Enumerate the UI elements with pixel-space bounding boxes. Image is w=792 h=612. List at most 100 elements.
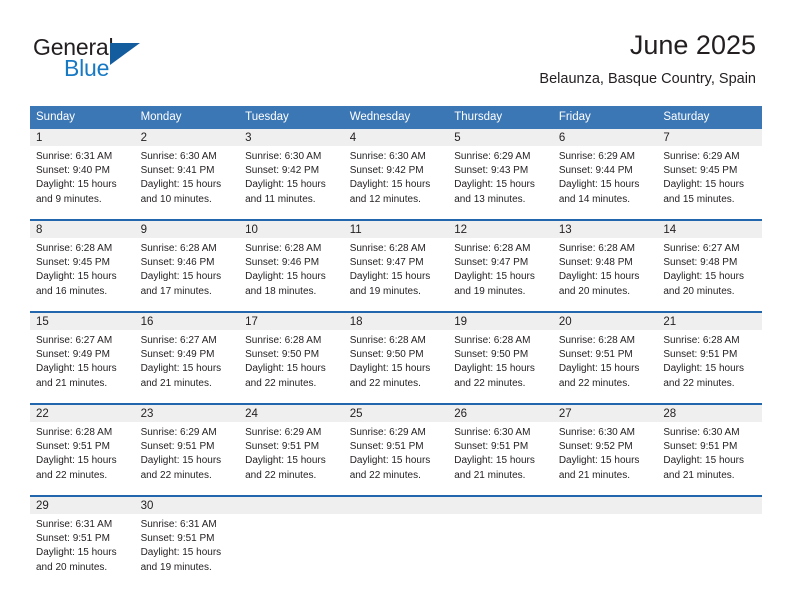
day-details: Sunrise: 6:28 AM Sunset: 9:50 PM Dayligh…: [344, 330, 449, 391]
day-cell[interactable]: 1 Sunrise: 6:31 AM Sunset: 9:40 PM Dayli…: [30, 129, 135, 220]
day-cell[interactable]: 17 Sunrise: 6:28 AM Sunset: 9:50 PM Dayl…: [239, 311, 344, 404]
sunrise-text: Sunrise: 6:29 AM: [140, 427, 217, 438]
day-cell[interactable]: 10 Sunrise: 6:28 AM Sunset: 9:46 PM Dayl…: [239, 219, 344, 312]
day-cell[interactable]: 13 Sunrise: 6:28 AM Sunset: 9:48 PM Dayl…: [552, 219, 658, 312]
day-number: 11: [343, 221, 449, 238]
day-number: 26: [448, 405, 553, 422]
day-details: Sunrise: 6:27 AM Sunset: 9:49 PM Dayligh…: [135, 330, 240, 391]
day-number: 10: [239, 221, 344, 238]
day-cell[interactable]: 27 Sunrise: 6:30 AM Sunset: 9:52 PM Dayl…: [552, 403, 658, 496]
day-cell[interactable]: 9 Sunrise: 6:28 AM Sunset: 9:46 PM Dayli…: [134, 219, 240, 312]
logo-triangle-icon: [110, 43, 140, 65]
title-block: June 2025 Belaunza, Basque Country, Spai…: [539, 28, 756, 88]
sunset-text: Sunset: 9:47 PM: [454, 257, 529, 269]
calendar-grid: Sunday Monday Tuesday Wednesday Thursday…: [30, 106, 762, 587]
day-cell[interactable]: 18 Sunrise: 6:28 AM Sunset: 9:50 PM Dayl…: [343, 311, 449, 404]
sunset-text: Sunset: 9:43 PM: [454, 165, 529, 177]
day-cell[interactable]: 30 Sunrise: 6:31 AM Sunset: 9:51 PM Dayl…: [134, 495, 240, 587]
weekday-header-thursday: Thursday: [448, 106, 553, 129]
sunrise-text: Sunrise: 6:28 AM: [454, 335, 531, 346]
day-cell[interactable]: 4 Sunrise: 6:30 AM Sunset: 9:42 PM Dayli…: [343, 129, 449, 220]
daylight-text: Daylight: 15 hours and 21 minutes.: [558, 455, 640, 481]
sunrise-text: Sunrise: 6:29 AM: [558, 151, 635, 162]
sunrise-text: Sunrise: 6:28 AM: [349, 335, 426, 346]
sunset-text: Sunset: 9:50 PM: [349, 349, 424, 361]
day-number: 9: [134, 221, 240, 238]
day-cell-empty: [657, 495, 762, 587]
day-cell[interactable]: 16 Sunrise: 6:27 AM Sunset: 9:49 PM Dayl…: [134, 311, 240, 404]
day-cell[interactable]: 19 Sunrise: 6:28 AM Sunset: 9:50 PM Dayl…: [448, 311, 553, 404]
day-details: Sunrise: 6:31 AM Sunset: 9:51 PM Dayligh…: [135, 514, 240, 575]
daylight-text: Daylight: 15 hours and 21 minutes.: [36, 363, 117, 389]
day-cell-empty: [552, 495, 658, 587]
day-cell[interactable]: 23 Sunrise: 6:29 AM Sunset: 9:51 PM Dayl…: [134, 403, 240, 496]
day-cell[interactable]: 12 Sunrise: 6:28 AM Sunset: 9:47 PM Dayl…: [448, 219, 553, 312]
day-details: Sunrise: 6:28 AM Sunset: 9:50 PM Dayligh…: [448, 330, 553, 391]
sunrise-text: Sunrise: 6:30 AM: [245, 151, 322, 162]
day-cell[interactable]: 15 Sunrise: 6:27 AM Sunset: 9:49 PM Dayl…: [30, 311, 135, 404]
day-cell[interactable]: 3 Sunrise: 6:30 AM Sunset: 9:42 PM Dayli…: [239, 129, 344, 220]
day-details: Sunrise: 6:30 AM Sunset: 9:52 PM Dayligh…: [553, 422, 658, 483]
day-number: 25: [343, 405, 449, 422]
day-cell[interactable]: 8 Sunrise: 6:28 AM Sunset: 9:45 PM Dayli…: [30, 219, 135, 312]
daylight-text: Daylight: 15 hours and 12 minutes.: [349, 179, 431, 205]
sunset-text: Sunset: 9:51 PM: [558, 349, 633, 361]
day-number: 18: [343, 313, 449, 330]
day-details: Sunrise: 6:29 AM Sunset: 9:43 PM Dayligh…: [448, 146, 553, 207]
sunset-text: Sunset: 9:51 PM: [140, 441, 215, 453]
daylight-text: Daylight: 15 hours and 20 minutes.: [36, 547, 117, 573]
day-details: Sunrise: 6:28 AM Sunset: 9:51 PM Dayligh…: [30, 422, 135, 483]
sunrise-text: Sunrise: 6:29 AM: [349, 427, 426, 438]
sunrise-text: Sunrise: 6:28 AM: [36, 243, 113, 254]
daylight-text: Daylight: 15 hours and 22 minutes.: [36, 455, 117, 481]
weekday-header-saturday: Saturday: [657, 106, 762, 129]
day-number: 2: [134, 129, 240, 146]
daylight-text: Daylight: 15 hours and 22 minutes.: [349, 363, 431, 389]
day-details: Sunrise: 6:28 AM Sunset: 9:46 PM Dayligh…: [135, 238, 240, 299]
day-cell[interactable]: 24 Sunrise: 6:29 AM Sunset: 9:51 PM Dayl…: [239, 403, 344, 496]
day-cell[interactable]: 25 Sunrise: 6:29 AM Sunset: 9:51 PM Dayl…: [343, 403, 449, 496]
week-row: 8 Sunrise: 6:28 AM Sunset: 9:45 PM Dayli…: [30, 219, 762, 312]
sunset-text: Sunset: 9:46 PM: [245, 257, 320, 269]
day-number: [657, 497, 762, 514]
day-cell[interactable]: 11 Sunrise: 6:28 AM Sunset: 9:47 PM Dayl…: [343, 219, 449, 312]
sunrise-text: Sunrise: 6:28 AM: [558, 335, 635, 346]
daylight-text: Daylight: 15 hours and 22 minutes.: [245, 363, 326, 389]
day-cell[interactable]: 14 Sunrise: 6:27 AM Sunset: 9:48 PM Dayl…: [657, 219, 762, 312]
day-details: Sunrise: 6:28 AM Sunset: 9:45 PM Dayligh…: [30, 238, 135, 299]
day-cell[interactable]: 5 Sunrise: 6:29 AM Sunset: 9:43 PM Dayli…: [448, 129, 553, 220]
daylight-text: Daylight: 15 hours and 22 minutes.: [245, 455, 326, 481]
day-cell[interactable]: 26 Sunrise: 6:30 AM Sunset: 9:51 PM Dayl…: [448, 403, 553, 496]
day-number: 19: [448, 313, 553, 330]
sunrise-text: Sunrise: 6:31 AM: [140, 519, 217, 530]
sunrise-text: Sunrise: 6:27 AM: [663, 243, 740, 254]
daylight-text: Daylight: 15 hours and 16 minutes.: [36, 271, 117, 297]
sunset-text: Sunset: 9:49 PM: [140, 349, 215, 361]
sunrise-text: Sunrise: 6:31 AM: [36, 519, 113, 530]
day-details: Sunrise: 6:30 AM Sunset: 9:42 PM Dayligh…: [344, 146, 449, 207]
day-cell[interactable]: 7 Sunrise: 6:29 AM Sunset: 9:45 PM Dayli…: [657, 129, 762, 220]
day-number: [552, 497, 658, 514]
sunset-text: Sunset: 9:42 PM: [349, 165, 424, 177]
day-cell[interactable]: 29 Sunrise: 6:31 AM Sunset: 9:51 PM Dayl…: [30, 495, 135, 587]
sunrise-text: Sunrise: 6:28 AM: [140, 243, 217, 254]
daylight-text: Daylight: 15 hours and 22 minutes.: [454, 363, 535, 389]
daylight-text: Daylight: 15 hours and 20 minutes.: [663, 271, 744, 297]
day-details: Sunrise: 6:29 AM Sunset: 9:44 PM Dayligh…: [553, 146, 658, 207]
sunset-text: Sunset: 9:51 PM: [663, 441, 738, 453]
week-row: 15 Sunrise: 6:27 AM Sunset: 9:49 PM Dayl…: [30, 311, 762, 404]
day-number: 30: [134, 497, 240, 514]
day-cell[interactable]: 6 Sunrise: 6:29 AM Sunset: 9:44 PM Dayli…: [552, 129, 658, 220]
day-number: 21: [657, 313, 762, 330]
sunset-text: Sunset: 9:52 PM: [558, 441, 633, 453]
day-number: [239, 497, 344, 514]
day-cell[interactable]: 20 Sunrise: 6:28 AM Sunset: 9:51 PM Dayl…: [552, 311, 658, 404]
calendar-page: General Blue June 2025 Belaunza, Basque …: [0, 0, 792, 612]
calendar-header-row: Sunday Monday Tuesday Wednesday Thursday…: [30, 106, 762, 129]
day-cell[interactable]: 21 Sunrise: 6:28 AM Sunset: 9:51 PM Dayl…: [657, 311, 762, 404]
day-cell[interactable]: 28 Sunrise: 6:30 AM Sunset: 9:51 PM Dayl…: [657, 403, 762, 496]
day-number: 1: [30, 129, 135, 146]
day-cell[interactable]: 22 Sunrise: 6:28 AM Sunset: 9:51 PM Dayl…: [30, 403, 135, 496]
day-cell[interactable]: 2 Sunrise: 6:30 AM Sunset: 9:41 PM Dayli…: [134, 129, 240, 220]
day-number: 23: [134, 405, 240, 422]
